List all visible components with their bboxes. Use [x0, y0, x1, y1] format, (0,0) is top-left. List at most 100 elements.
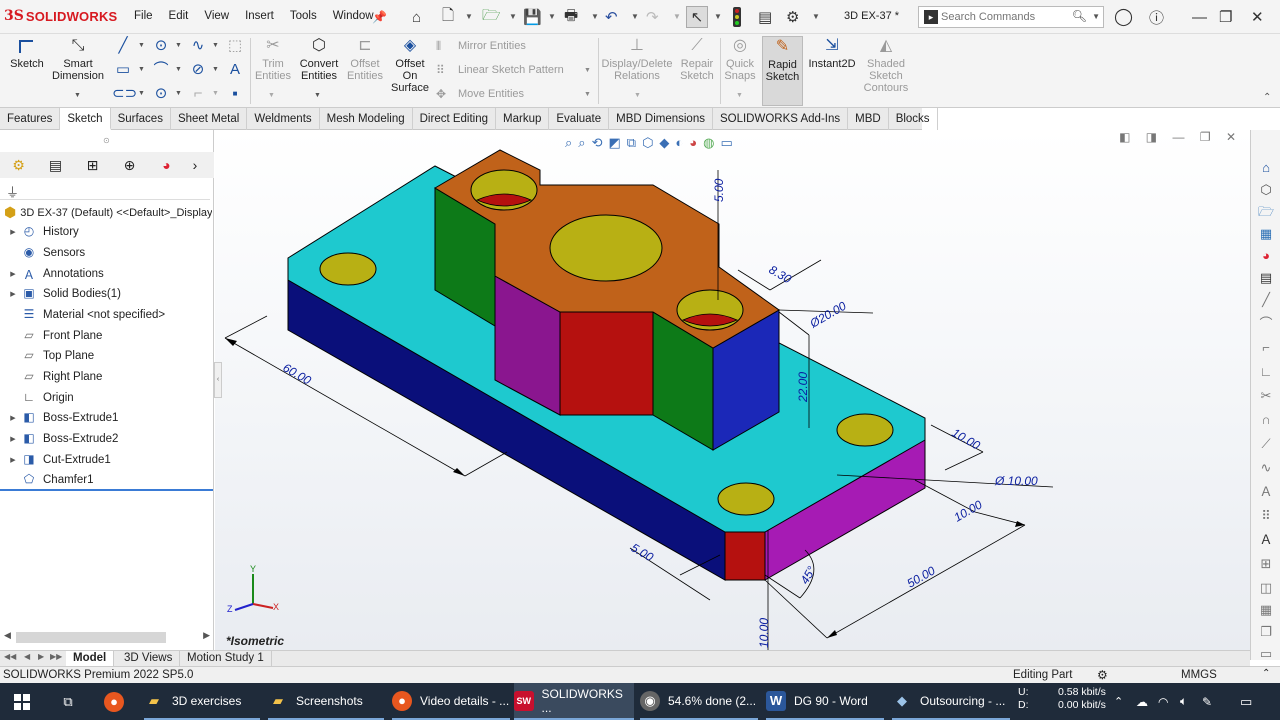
search-dropdown-icon[interactable]: ▼ — [1092, 12, 1100, 21]
taskbar-word[interactable]: W DG 90 - Word — [766, 683, 884, 720]
appearances-icon[interactable]: ◕ — [1256, 246, 1276, 266]
panel-grip-icon[interactable]: ⊙ — [103, 136, 110, 145]
slot-icon[interactable]: ⊂⊃ — [112, 85, 137, 103]
rebuild-icon[interactable]: ⚙ — [1097, 668, 1108, 682]
menu-edit[interactable]: Edit — [169, 10, 189, 22]
display-delete-relations-button[interactable]: ⊥ Display/Delete Relations — [600, 36, 674, 82]
expand-icon[interactable]: ▶ — [6, 228, 20, 236]
expand-icon[interactable]: ▶ — [6, 270, 20, 278]
offset-on-surface-button[interactable]: ◈ Offset On Surface — [388, 36, 432, 94]
panel-collapse-handle[interactable]: ‹ — [214, 362, 222, 398]
sketch-tool-corner-icon[interactable]: ∟ — [1256, 362, 1276, 382]
next-tab-icon[interactable]: ▶ — [38, 652, 44, 661]
menu-window[interactable]: Window — [333, 10, 374, 22]
last-tab-icon[interactable]: ▶▶ — [50, 652, 62, 661]
tree-item-boss-extrude1[interactable]: ▶ ◧ Boss-Extrude1 — [6, 408, 211, 428]
tree-item-cut-extrude1[interactable]: ▶ ◨ Cut-Extrude1 — [6, 450, 211, 470]
circle-dropdown-icon[interactable]: ▼ — [175, 42, 182, 49]
line-dropdown-icon[interactable]: ▼ — [138, 42, 145, 49]
tree-item-chamfer1[interactable]: ⬠ Chamfer1 — [6, 470, 211, 490]
options-gear-icon[interactable]: ⚙ — [786, 6, 799, 28]
circle-icon[interactable]: ⊙ — [150, 37, 172, 55]
tab-mesh-modeling[interactable]: Mesh Modeling — [320, 108, 413, 130]
linear-sketch-pattern-button[interactable]: ⠿ Linear Sketch Pattern — [436, 63, 564, 77]
spline-icon[interactable]: ∿ — [187, 37, 209, 55]
convert-entities-button[interactable]: ⬡ Convert Entities — [296, 36, 342, 82]
tab-features[interactable]: Features — [0, 108, 61, 130]
quick-snaps-button[interactable]: ◎ Quick Snaps — [721, 36, 759, 82]
text-icon[interactable]: A — [224, 61, 246, 79]
sketch-tool-spline-icon[interactable]: ∿ — [1256, 458, 1276, 478]
custom-properties-icon[interactable]: ▤ — [1256, 268, 1276, 288]
property-manager-tab-icon[interactable]: ▤ — [37, 157, 74, 174]
ellipse-icon[interactable]: ⊙ — [150, 85, 172, 103]
pen-icon[interactable]: ✎ — [1202, 683, 1212, 720]
slot-dropdown-icon[interactable]: ▼ — [138, 90, 145, 97]
trim-entities-button[interactable]: ✂ Trim Entities — [252, 36, 294, 82]
status-units[interactable]: MMGS — [1181, 669, 1217, 681]
restore-icon[interactable]: ❐ — [1219, 6, 1232, 28]
tab-markup[interactable]: Markup — [496, 108, 550, 130]
trim-dropdown-icon[interactable]: ▼ — [268, 92, 275, 99]
tree-filter[interactable]: ⏚ — [0, 180, 210, 200]
sketch-tool-trim-icon[interactable]: ✂ — [1256, 386, 1276, 406]
print-icon[interactable]: 🖶 — [564, 6, 578, 28]
tab-surfaces[interactable]: Surfaces — [111, 108, 171, 130]
relations-dropdown-icon[interactable]: ▼ — [634, 92, 641, 99]
select-dropdown-icon[interactable]: ▼ — [714, 12, 722, 21]
sketch-tool-line-icon[interactable]: ╱ — [1256, 290, 1276, 310]
tree-item-material[interactable]: ☰ Material <not specified> — [6, 305, 211, 325]
file-properties-icon[interactable]: ▤ — [758, 6, 772, 28]
tree-horizontal-scrollbar[interactable]: ◀ ▶ — [4, 630, 210, 644]
help-icon[interactable]: ⓘ — [1149, 6, 1164, 28]
fillet-icon[interactable]: ⌐ — [187, 85, 209, 103]
annotation-note-icon[interactable]: Ａ — [1256, 530, 1276, 550]
mirror-entities-button[interactable]: ⫴ Mirror Entities — [436, 39, 526, 53]
configuration-manager-tab-icon[interactable]: ⊞ — [74, 157, 111, 174]
menu-tools[interactable]: Tools — [290, 10, 317, 22]
rectangle-dropdown-icon[interactable]: ▼ — [138, 66, 145, 73]
tree-item-right-plane[interactable]: ▱ Right Plane — [6, 367, 211, 387]
prev-tab-icon[interactable]: ◀ — [24, 652, 30, 661]
convert-dropdown-icon[interactable]: ▼ — [314, 92, 321, 99]
fillet-dropdown-icon[interactable]: ▼ — [212, 90, 219, 97]
tab-sketch[interactable]: Sketch — [60, 108, 111, 130]
taskbar-solidworks[interactable]: SW SOLIDWORKS ... — [514, 683, 634, 720]
new-dropdown-icon[interactable]: ▼ — [465, 12, 473, 21]
spline-dropdown-icon[interactable]: ▼ — [212, 42, 219, 49]
tab-evaluate[interactable]: Evaluate — [549, 108, 610, 130]
display-manager-tab-icon[interactable]: ◕ — [148, 157, 185, 173]
smart-dimension-button[interactable]: ⤡ Smart Dimension — [50, 36, 106, 82]
feature-tree-tab-icon[interactable]: ⚙ — [0, 157, 37, 174]
tab-model[interactable]: Model — [66, 651, 115, 666]
move-entities-button[interactable]: ✥ Move Entities — [436, 87, 524, 101]
table-icon[interactable]: ▦ — [1256, 600, 1276, 620]
tab-3d-views[interactable]: 3D Views — [117, 651, 181, 666]
pattern-dropdown-icon[interactable]: ▼ — [584, 67, 591, 74]
firefox-taskbar-button[interactable]: ● — [104, 683, 132, 720]
notification-icon[interactable]: ▭ — [1240, 683, 1252, 720]
sketch-button[interactable]: Sketch — [4, 36, 50, 70]
solidworks-logo[interactable]: 3S SOLIDWORKS — [4, 8, 117, 24]
network-icon[interactable]: ☁ — [1136, 683, 1148, 720]
weld-symbol-icon[interactable]: ⊞ — [1256, 554, 1276, 574]
rapid-sketch-button[interactable]: ✎ Rapid Sketch — [762, 36, 803, 106]
taskbar-outsourcing[interactable]: ◆ Outsourcing - ... — [892, 683, 1010, 720]
taskbar-3d-exercises[interactable]: ▰ 3D exercises — [144, 683, 260, 720]
tab-solidworks-add-ins[interactable]: SOLIDWORKS Add-Ins — [713, 108, 849, 130]
sketch-tool-arc-icon[interactable]: ⌒ — [1256, 314, 1276, 334]
minimize-icon[interactable]: — — [1192, 6, 1207, 28]
sketch-text-icon[interactable]: Ａ — [1256, 482, 1276, 502]
scroll-left-icon[interactable]: ◀ — [4, 630, 11, 641]
polygon-dropdown-icon[interactable]: ▼ — [212, 66, 219, 73]
rollback-bar[interactable] — [0, 489, 213, 491]
close-icon[interactable]: ✕ — [1251, 6, 1264, 28]
print-dropdown-icon[interactable]: ▼ — [591, 12, 599, 21]
redo-dropdown-icon[interactable]: ▼ — [673, 12, 681, 21]
tray-chevron-icon[interactable]: ⌃ — [1114, 683, 1123, 720]
tree-item-origin[interactable]: ∟ Origin — [6, 388, 211, 408]
speaker-icon[interactable]: 🔈︎ — [1180, 683, 1187, 720]
save-icon[interactable]: 💾 — [523, 6, 542, 28]
tree-item-sensors[interactable]: ◉ Sensors — [6, 243, 211, 263]
offset-entities-button[interactable]: ⊏ Offset Entities — [344, 36, 386, 82]
